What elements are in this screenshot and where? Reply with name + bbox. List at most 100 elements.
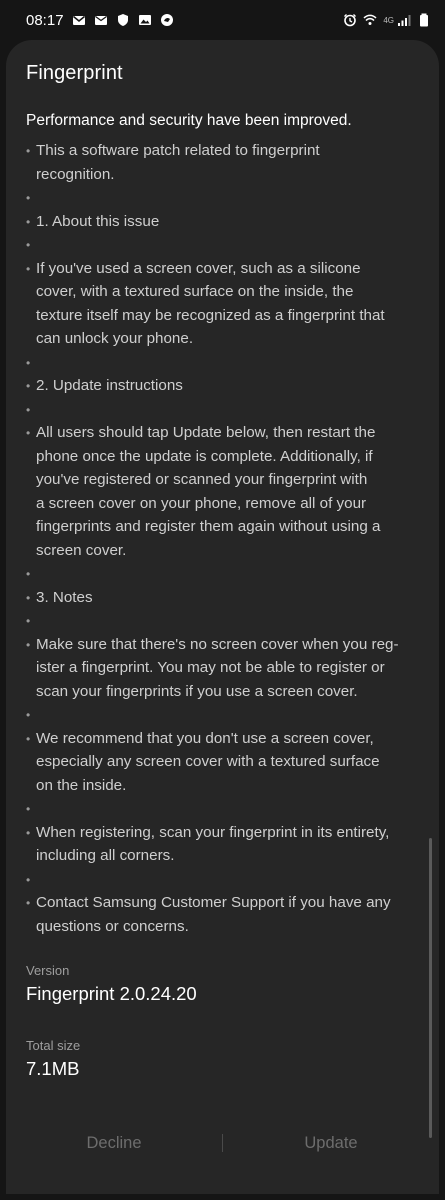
- release-note-line: • All users should tap Update below, then…: [26, 423, 375, 443]
- release-note-line: cover, with a textured surface on the in…: [26, 282, 353, 302]
- bullet-dot: •: [26, 731, 31, 746]
- bullet-dot: •: [26, 708, 31, 722]
- release-note-line: ister a fingerprint. You may not be able…: [26, 658, 385, 678]
- phone-screen: 08:17 4G Fingerprint Performance and sec…: [0, 0, 445, 1200]
- release-note-line: on the inside.: [26, 776, 126, 796]
- release-note-line: • When registering, scan your fingerprint…: [26, 823, 389, 843]
- release-note-line: fingerprints and register them again wit…: [26, 517, 380, 537]
- version-value: Fingerprint 2.0.24.20: [26, 983, 197, 1004]
- app-icon: [160, 13, 174, 27]
- release-note-text: Contact Samsung Customer Support if you …: [36, 894, 391, 911]
- bullet-dot: •: [26, 426, 31, 440]
- release-note-text: All users should tap Update below, then …: [36, 424, 376, 441]
- scrollbar[interactable]: [429, 838, 432, 1138]
- release-note-line: •: [26, 235, 36, 255]
- status-bar: 08:17 4G: [0, 0, 445, 40]
- release-note-text: especially any screen cover with a textu…: [36, 753, 380, 770]
- bullet-dot: •: [26, 214, 31, 229]
- bullet-dot: •: [26, 261, 31, 276]
- release-note-line: • 1. About this issue: [26, 212, 159, 232]
- bullet-dot: •: [26, 872, 31, 887]
- release-note-text: screen cover.: [36, 541, 127, 559]
- release-note-line: • This a software patch related to finger…: [26, 141, 320, 161]
- release-note-text: fingerprints and register them again wit…: [36, 518, 381, 535]
- bullet-dot: •: [26, 614, 31, 628]
- release-note-text: This a software patch related to fingerp…: [36, 142, 320, 159]
- release-note-line: •: [26, 400, 36, 420]
- version-label: Version: [26, 963, 70, 978]
- release-note-line: especially any screen cover with a textu…: [26, 752, 380, 772]
- update-dialog: Fingerprint Performance and security hav…: [6, 40, 439, 1194]
- release-note-line: you've registered or scanned your finger…: [26, 470, 367, 490]
- battery-icon: [417, 13, 431, 27]
- bullet-dot: •: [26, 191, 31, 205]
- wifi-icon: [363, 13, 377, 27]
- release-note-line: can unlock your phone.: [26, 329, 193, 349]
- image-icon: [138, 13, 152, 27]
- bullet-dot: •: [26, 825, 31, 840]
- mail-icon: [94, 13, 108, 27]
- release-note-line: •: [26, 799, 36, 819]
- release-note-text: can unlock your phone.: [36, 330, 194, 347]
- release-note-line: •: [26, 564, 36, 584]
- bullet-dot: •: [26, 896, 31, 910]
- release-note-text: When registering, scan your fingerprint …: [36, 823, 390, 841]
- release-note-line: a screen cover on your phone, remove all…: [26, 494, 366, 514]
- release-note-line: • 2. Update instructions: [26, 376, 183, 396]
- release-note-text: 3. Notes: [36, 588, 93, 606]
- dialog-headline: Performance and security have been impro…: [26, 112, 352, 129]
- size-value: 7.1MB: [26, 1058, 80, 1079]
- release-note-line: • 3. Notes: [26, 588, 93, 608]
- release-note-line: •: [26, 870, 36, 890]
- bullet-dot: •: [26, 567, 31, 581]
- release-note-line: •: [26, 705, 36, 725]
- release-note-text: recognition.: [36, 165, 115, 183]
- release-note-line: • We recommend that you don't use a scree…: [26, 729, 374, 749]
- alarm-icon: [343, 13, 357, 27]
- update-button[interactable]: Update: [223, 1124, 439, 1163]
- status-time: 08:17: [26, 11, 64, 29]
- release-note-line: recognition.: [26, 165, 115, 185]
- release-note-line: including all corners.: [26, 846, 174, 866]
- bullet-dot: •: [26, 590, 31, 605]
- bullet-dot: •: [26, 144, 31, 158]
- release-note-line: • Contact Samsung Customer Support if you…: [26, 893, 391, 913]
- release-note-text: you've registered or scanned your finger…: [36, 471, 368, 488]
- release-note-text: Make sure that there's no screen cover w…: [36, 635, 399, 653]
- decline-button[interactable]: Decline: [6, 1124, 222, 1163]
- release-note-line: •: [26, 353, 36, 373]
- release-note-text: ister a fingerprint. You may not be able…: [36, 659, 385, 676]
- release-note-text: 2. Update instructions: [36, 377, 183, 394]
- release-note-line: questions or concerns.: [26, 917, 189, 937]
- release-note-line: scan your fingerprints if you use a scre…: [26, 682, 358, 702]
- release-note-line: • Make sure that there's no screen cover …: [26, 635, 399, 655]
- release-note-line: texture itself may be recognized as a fi…: [26, 306, 385, 326]
- status-bar-left: 08:17: [26, 12, 343, 29]
- release-note-text: phone once the update is complete. Addit…: [36, 447, 373, 465]
- dialog-footer: Decline Update: [6, 1120, 439, 1166]
- release-note-text: If you've used a screen cover, such as a…: [36, 259, 361, 277]
- bullet-dot: •: [26, 355, 31, 370]
- release-note-line: phone once the update is complete. Addit…: [26, 447, 373, 467]
- gmail-icon: [72, 13, 86, 27]
- signal-icon: [397, 13, 411, 27]
- release-note-text: cover, with a textured surface on the in…: [36, 283, 354, 300]
- release-note-line: •: [26, 188, 36, 208]
- release-note-text: scan your fingerprints if you use a scre…: [36, 682, 358, 700]
- release-note-text: a screen cover on your phone, remove all…: [36, 494, 367, 512]
- shield-icon: [116, 13, 130, 27]
- release-note-text: texture itself may be recognized as a fi…: [36, 306, 385, 324]
- dialog-title: Fingerprint: [26, 62, 123, 84]
- bullet-dot: •: [26, 402, 31, 417]
- size-label: Total size: [26, 1038, 81, 1053]
- status-bar-right: 4G: [343, 13, 431, 27]
- release-note-line: •: [26, 611, 36, 631]
- release-note-text: 1. About this issue: [36, 212, 160, 230]
- network-type-label: 4G: [383, 15, 394, 25]
- bullet-dot: •: [26, 637, 31, 652]
- release-note-line: • If you've used a screen cover, such as …: [26, 259, 361, 279]
- bullet-dot: •: [26, 802, 31, 816]
- release-note-line: screen cover.: [26, 541, 126, 561]
- release-note-text: We recommend that you don't use a screen…: [36, 729, 374, 747]
- bullet-dot: •: [26, 238, 31, 252]
